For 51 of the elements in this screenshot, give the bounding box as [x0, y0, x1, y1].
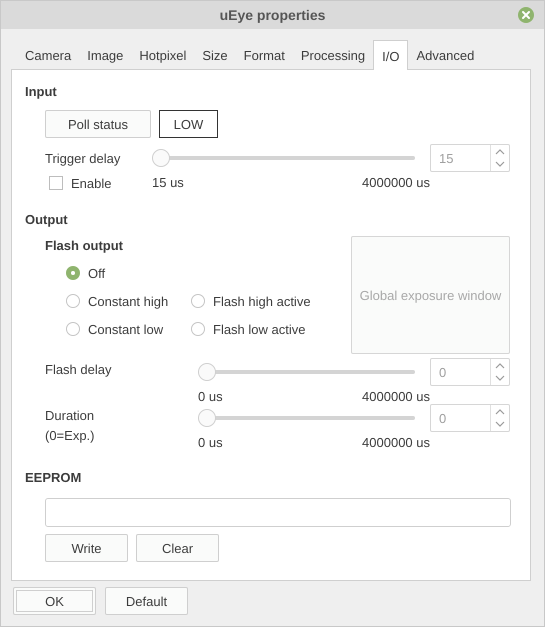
radio-option[interactable]: Off [66, 265, 311, 281]
radio-button[interactable] [66, 322, 80, 336]
checkbox-label: Enable [71, 176, 112, 190]
max-label: 4000000 us [362, 434, 430, 450]
radio-option[interactable]: Constant high [66, 293, 191, 309]
max-label: 4000000 us [362, 174, 430, 190]
radio-button[interactable] [66, 266, 80, 280]
eeprom-button[interactable]: Clear [136, 534, 219, 562]
tab[interactable]: Format [236, 40, 293, 69]
slider[interactable] [152, 149, 415, 167]
status-indicator: LOW [158, 110, 218, 138]
eeprom-field[interactable] [45, 498, 511, 527]
dialog-button[interactable]: OK [13, 587, 96, 615]
section-heading: Output [25, 212, 69, 229]
radio-label: Constant low [88, 322, 164, 336]
tab[interactable]: Size [194, 40, 236, 69]
tab[interactable]: I/O [373, 40, 408, 70]
radio-label: Off [88, 266, 106, 280]
eeprom-button[interactable]: Write [45, 534, 128, 562]
radio-option[interactable]: Constant low [66, 321, 191, 337]
tab[interactable]: Image [79, 40, 132, 69]
dialog-button[interactable]: Default [105, 587, 188, 615]
slider-label: Trigger delay [45, 150, 122, 166]
radio-label: Flash high active [213, 294, 311, 308]
radio-button[interactable] [66, 294, 80, 308]
min-label: 0 us [198, 388, 223, 404]
min-label: 15 us [152, 174, 184, 190]
max-label: 4000000 us [362, 388, 430, 404]
min-label: 0 us [198, 434, 223, 450]
radio-label: Flash low active [213, 322, 306, 336]
radio-option[interactable]: Flash low active [191, 321, 311, 337]
tab[interactable]: Camera [17, 40, 80, 69]
poll-status-button[interactable]: Poll status [45, 110, 151, 138]
section-heading: EEPROM [25, 470, 82, 487]
enable-checkbox[interactable]: Enable [45, 176, 152, 190]
section-heading: Input [25, 84, 58, 101]
close-icon[interactable] [518, 7, 534, 23]
group-heading: Flash output [45, 238, 124, 253]
radio-label: Constant high [88, 294, 168, 308]
tab[interactable]: Advanced [408, 40, 482, 69]
tab[interactable]: Processing [292, 40, 374, 69]
slider-label: Duration (0=Exp.) [45, 407, 96, 445]
radio-option[interactable]: Flash high active [191, 293, 311, 309]
radio-button[interactable] [191, 322, 205, 336]
slider-label: Flash delay [45, 361, 112, 379]
slider[interactable] [198, 363, 415, 381]
checkbox[interactable] [49, 176, 63, 190]
radio-button[interactable] [191, 294, 205, 308]
slider[interactable] [198, 409, 415, 427]
tab[interactable]: Hotpixel [131, 40, 194, 69]
window-title: uEye properties [220, 7, 326, 23]
